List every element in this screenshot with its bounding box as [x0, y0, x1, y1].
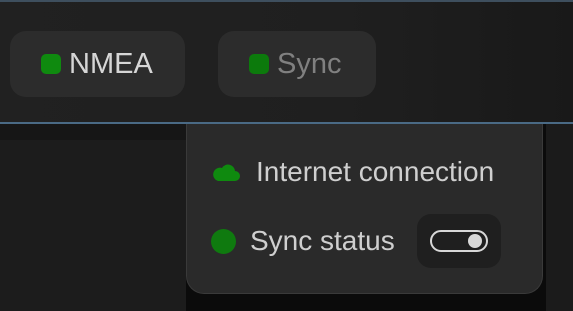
nmea-status-indicator	[41, 54, 61, 74]
sync-toggle[interactable]	[416, 214, 501, 268]
sync-toggle-track	[429, 230, 488, 252]
internet-connection-label: Internet connection	[256, 156, 495, 187]
sync-status-indicator	[249, 54, 269, 74]
sync-status-row: Sync status	[211, 214, 501, 268]
nmea-status-label: NMEA	[69, 47, 153, 80]
content-panel	[0, 124, 186, 311]
sync-status-dot-icon	[211, 228, 236, 254]
sync-status-text: Sync status	[250, 225, 395, 256]
sync-toggle-knob	[467, 234, 482, 248]
sync-status-label: Sync	[277, 47, 342, 80]
sync-status-button[interactable]: Sync	[218, 31, 376, 97]
sync-popover: Internet connection Sync status	[186, 124, 543, 294]
internet-connection-row: Internet connection	[211, 156, 494, 188]
cloud-icon	[211, 161, 241, 183]
nmea-status-button[interactable]: NMEA	[10, 31, 185, 97]
status-toolbar: NMEA Sync	[0, 0, 573, 124]
app-window: NMEA Sync Internet connection Sync statu…	[0, 0, 573, 311]
